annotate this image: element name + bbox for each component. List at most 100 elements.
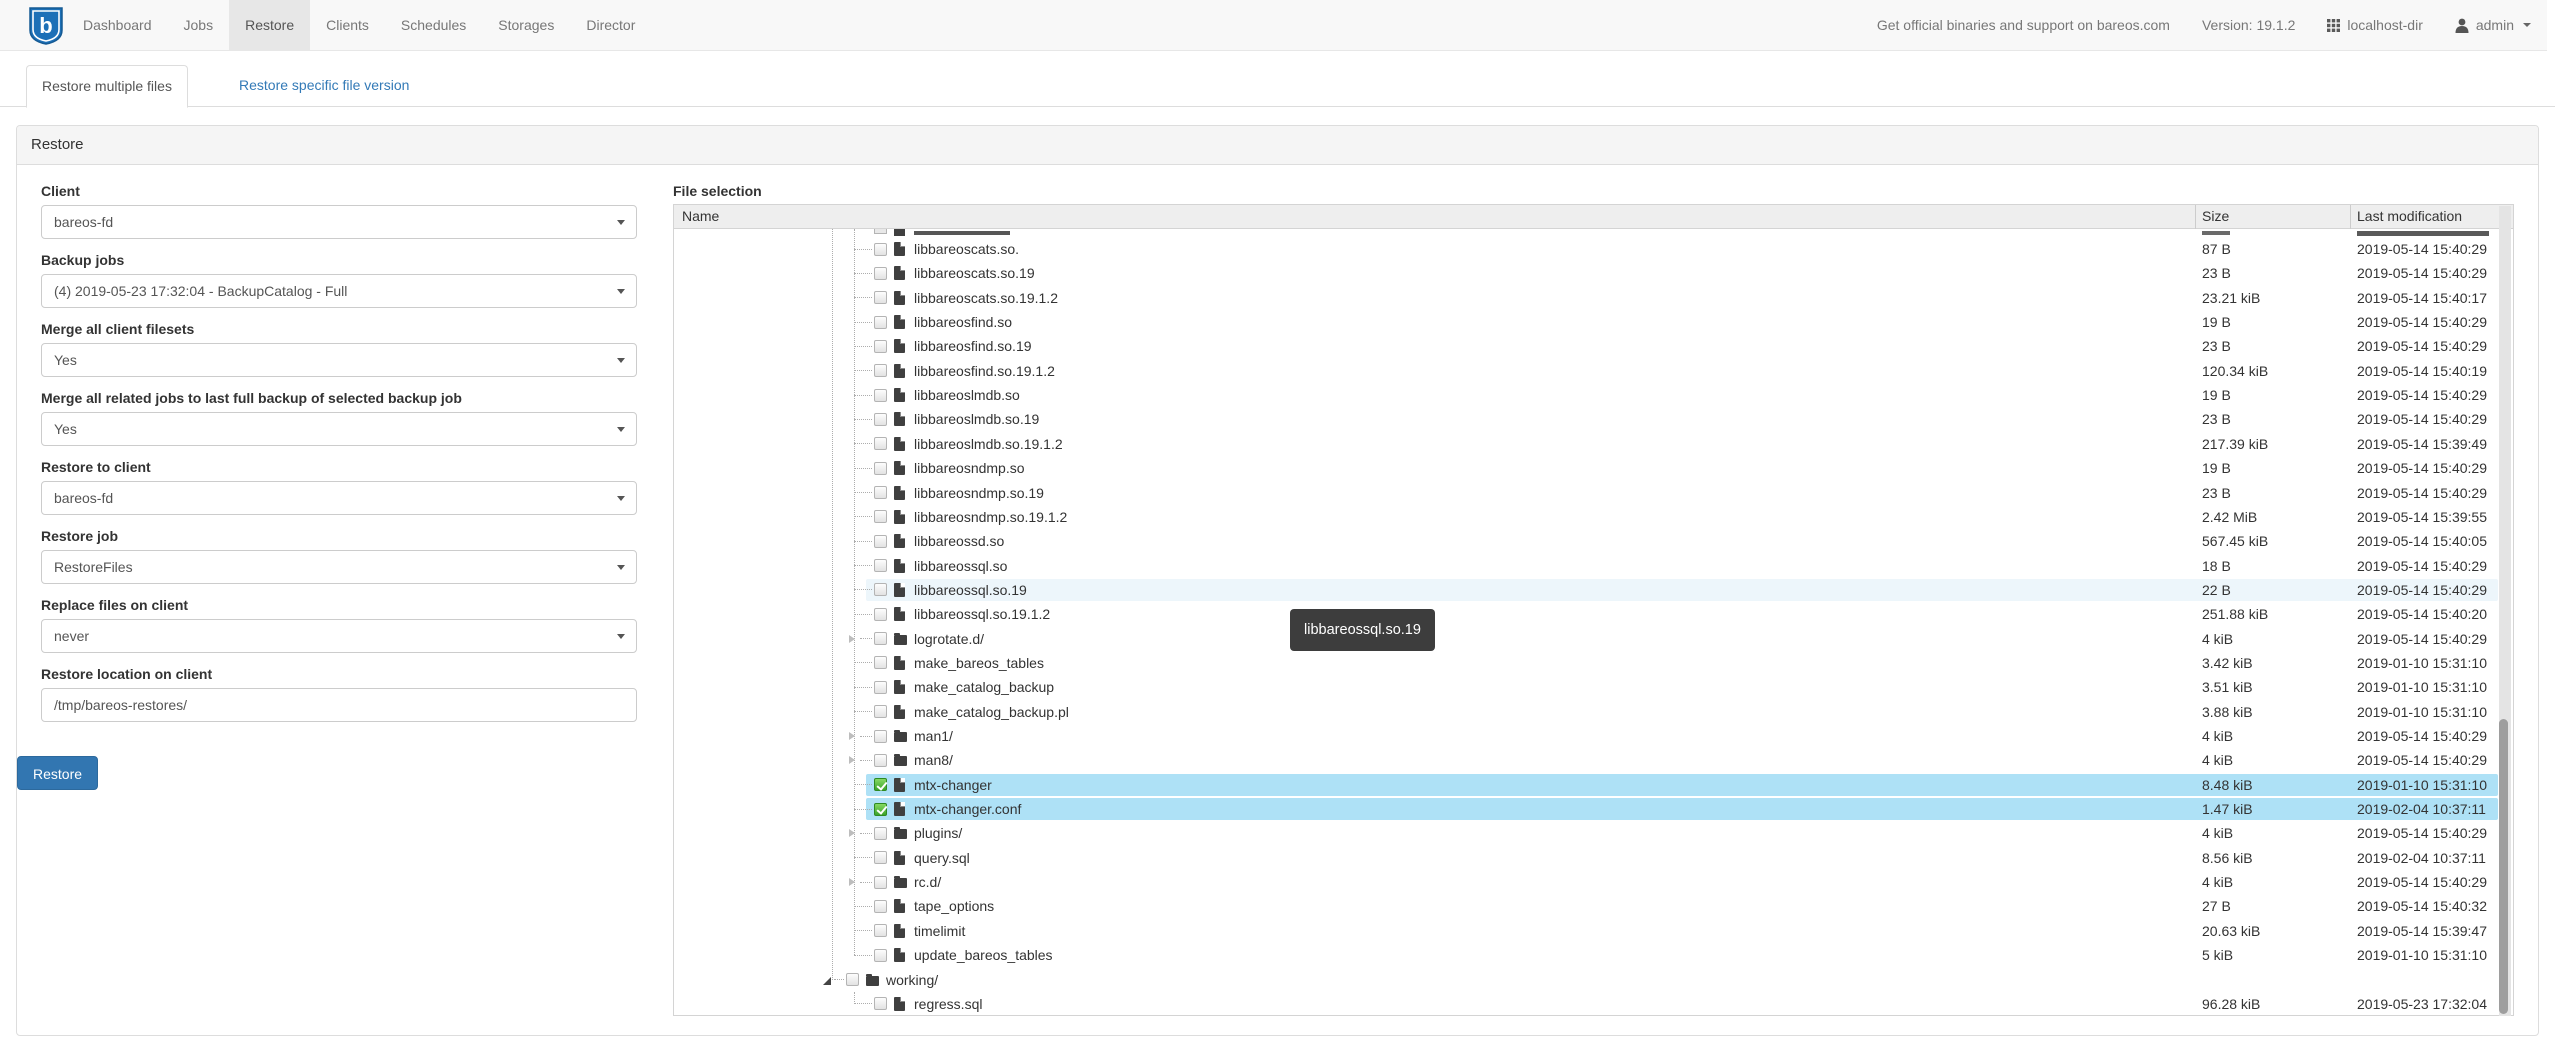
file-checkbox[interactable] — [874, 681, 887, 694]
file-checkbox[interactable] — [874, 291, 887, 304]
restore-button[interactable]: Restore — [17, 756, 98, 790]
file-name[interactable]: working/ — [886, 968, 938, 992]
file-name[interactable]: libbareosndmp.so.19 — [914, 481, 1044, 505]
file-name[interactable]: tape_options — [914, 894, 994, 918]
expand-arrow-icon[interactable] — [849, 756, 855, 764]
file-name[interactable]: libbareossd.so — [914, 529, 1004, 553]
file-name[interactable]: libbareoscats.so. — [914, 237, 1019, 261]
file-name[interactable]: libbareoslmdb.so.19.1.2 — [914, 432, 1063, 456]
select-backup-jobs[interactable]: (4) 2019-05-23 17:32:04 - BackupCatalog … — [41, 274, 637, 308]
file-checkbox[interactable] — [874, 437, 887, 450]
select-restore-to-client[interactable]: bareos-fd — [41, 481, 637, 515]
file-name[interactable]: man1/ — [914, 724, 953, 748]
file-checkbox[interactable] — [874, 316, 887, 329]
nav-item-storages[interactable]: Storages — [482, 0, 570, 50]
file-name[interactable]: libbareosfind.so — [914, 310, 1012, 334]
file-name[interactable]: make_catalog_backup — [914, 675, 1054, 699]
file-name[interactable]: make_catalog_backup.pl — [914, 700, 1069, 724]
file-checkbox[interactable] — [846, 973, 859, 986]
file-name[interactable]: mtx-changer — [914, 773, 992, 797]
file-checkbox[interactable] — [874, 535, 887, 548]
file-name[interactable]: rc.d/ — [914, 870, 941, 894]
tree-scrollbar-thumb[interactable] — [2499, 719, 2508, 1014]
file-checkbox[interactable] — [874, 486, 887, 499]
file-checkbox[interactable] — [874, 851, 887, 864]
file-checkbox[interactable] — [874, 583, 887, 596]
director-selector[interactable]: localhost-dir — [2327, 17, 2422, 33]
nav-item-schedules[interactable]: Schedules — [385, 0, 482, 50]
file-checkbox[interactable] — [874, 900, 887, 913]
file-checkbox[interactable] — [874, 997, 887, 1010]
file-name[interactable]: libbareossql.so.19 — [914, 578, 1027, 602]
file-name[interactable]: make_bareos_tables — [914, 651, 1044, 675]
file-checkbox[interactable] — [874, 389, 887, 402]
file-checkbox[interactable] — [874, 510, 887, 523]
file-name[interactable]: mtx-changer.conf — [914, 797, 1021, 821]
file-name[interactable]: libbareossql.so — [914, 554, 1007, 578]
file-checkbox[interactable] — [874, 876, 887, 889]
file-name[interactable]: regress.sql — [914, 992, 982, 1015]
file-name[interactable]: update_bareos_tables — [914, 943, 1053, 967]
nav-item-director[interactable]: Director — [570, 0, 651, 50]
file-checkbox[interactable] — [874, 243, 887, 256]
select-client[interactable]: bareos-fd — [41, 205, 637, 239]
select-merge-all-client-filesets[interactable]: Yes — [41, 343, 637, 377]
file-name[interactable]: libbareoslmdb.so.19 — [914, 407, 1039, 431]
bareos-logo-icon[interactable]: b — [28, 6, 64, 46]
tab-restore-specific-file-version[interactable]: Restore specific file version — [224, 65, 424, 107]
support-link[interactable]: Get official binaries and support on bar… — [1877, 17, 2170, 33]
expand-arrow-icon[interactable] — [849, 732, 855, 740]
column-header-last-modification[interactable]: Last modification — [2357, 208, 2462, 224]
file-checkbox[interactable] — [874, 267, 887, 280]
expand-arrow-icon[interactable] — [849, 635, 855, 643]
file-checkbox[interactable] — [874, 924, 887, 937]
file-checkbox[interactable] — [874, 413, 887, 426]
file-name[interactable]: query.sql — [914, 846, 970, 870]
file-name[interactable]: plugins/ — [914, 821, 962, 845]
file-name[interactable]: libbareossql.so.19.1.2 — [914, 602, 1050, 626]
column-header-size[interactable]: Size — [2202, 208, 2229, 224]
file-name[interactable]: libbareosfind.so.19.1.2 — [914, 359, 1055, 383]
file-size: 4 kiB — [2202, 627, 2233, 651]
column-header-name[interactable]: Name — [682, 208, 719, 224]
select-restore-job[interactable]: RestoreFiles — [41, 550, 637, 584]
file-checkbox[interactable] — [874, 608, 887, 621]
file-checkbox[interactable] — [874, 754, 887, 767]
expand-arrow-icon[interactable] — [849, 829, 855, 837]
file-checkbox[interactable] — [874, 656, 887, 669]
file-mtime: 2019-05-14 15:40:05 — [2357, 529, 2487, 553]
select-merge-all-related-jobs-to-last-full-backup-of-selected-backup-job[interactable]: Yes — [41, 412, 637, 446]
user-menu[interactable]: admin — [2455, 17, 2531, 33]
nav-item-clients[interactable]: Clients — [310, 0, 385, 50]
file-checkbox[interactable] — [874, 827, 887, 840]
file-checkbox[interactable] — [874, 462, 887, 475]
file-checkbox[interactable] — [874, 340, 887, 353]
file-name[interactable]: logrotate.d/ — [914, 627, 984, 651]
tab-restore-multiple-files[interactable]: Restore multiple files — [26, 65, 188, 108]
file-name[interactable]: man8/ — [914, 748, 953, 772]
tree-scrollbar-track[interactable] — [2499, 206, 2511, 1016]
file-checkbox[interactable] — [874, 559, 887, 572]
nav-item-jobs[interactable]: Jobs — [168, 0, 230, 50]
collapse-arrow-icon[interactable] — [823, 977, 831, 985]
file-checkbox[interactable] — [874, 730, 887, 743]
nav-item-restore[interactable]: Restore — [229, 0, 310, 50]
file-checkbox-checked[interactable] — [874, 778, 887, 791]
file-name[interactable]: libbareosndmp.so — [914, 456, 1025, 480]
file-name[interactable]: libbareosndmp.so.19.1.2 — [914, 505, 1067, 529]
file-name[interactable]: libbareoscats.so.19.1.2 — [914, 286, 1058, 310]
select-replace-files-on-client[interactable]: never — [41, 619, 637, 653]
file-checkbox-checked[interactable] — [874, 803, 887, 816]
file-checkbox[interactable] — [874, 949, 887, 962]
file-name[interactable]: timelimit — [914, 919, 965, 943]
file-name[interactable]: libbareosfind.so.19 — [914, 334, 1032, 358]
file-icon — [894, 412, 905, 426]
expand-arrow-icon[interactable] — [849, 878, 855, 886]
file-checkbox[interactable] — [874, 705, 887, 718]
file-checkbox[interactable] — [874, 364, 887, 377]
file-name[interactable]: libbareoscats.so.19 — [914, 261, 1035, 285]
file-name[interactable]: libbareoslmdb.so — [914, 383, 1020, 407]
file-checkbox[interactable] — [874, 632, 887, 645]
input-restore-location-on-client[interactable]: /tmp/bareos-restores/ — [41, 688, 637, 722]
nav-item-dashboard[interactable]: Dashboard — [67, 0, 168, 50]
